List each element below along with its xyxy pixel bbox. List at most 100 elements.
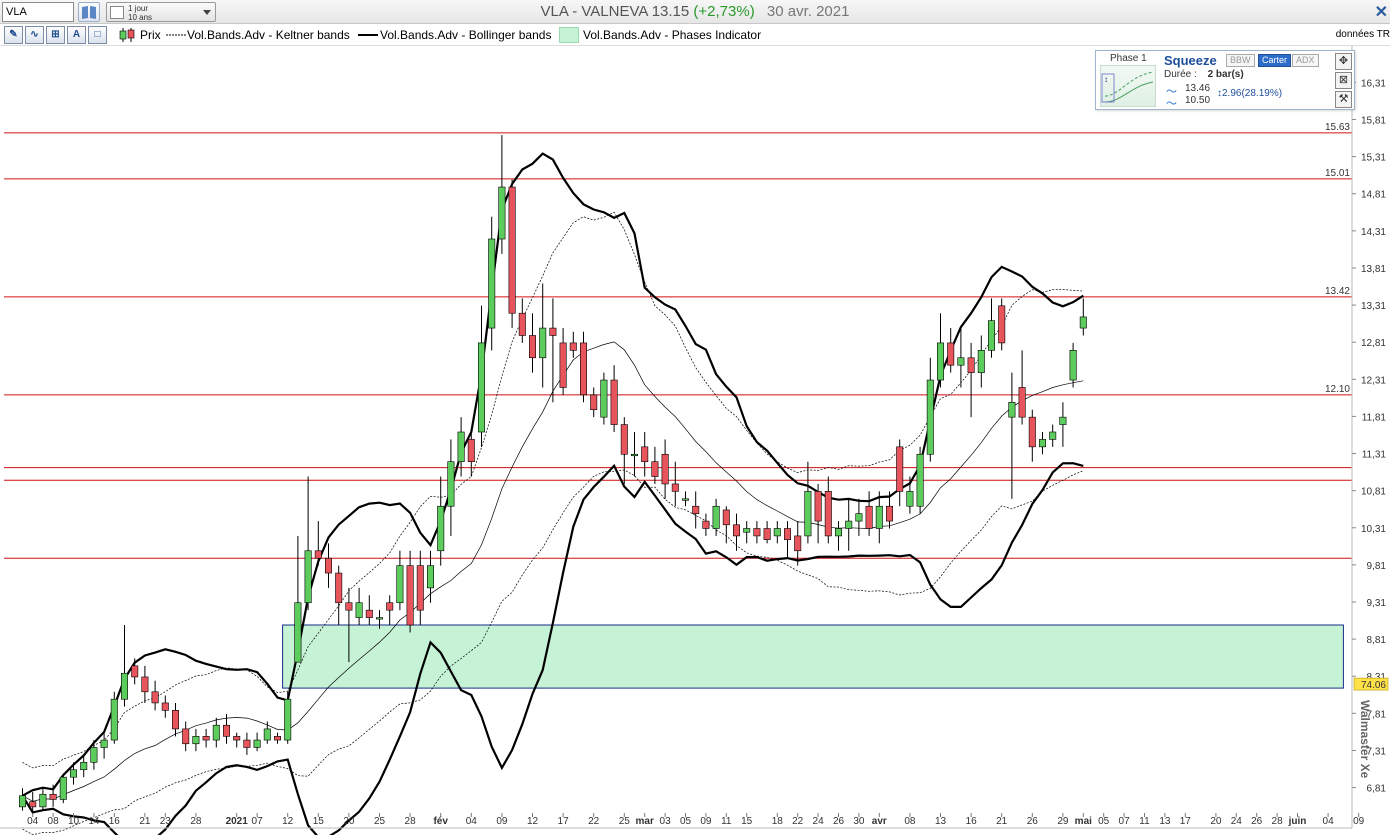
chart-toggle-icon[interactable]: ⊠ <box>1335 72 1352 89</box>
y-tick-label: 6,81 <box>1367 784 1387 795</box>
period-select[interactable]: 1 jour 10 ans <box>106 2 216 22</box>
candle-body <box>967 357 975 373</box>
candle-body <box>304 550 312 604</box>
level-label: 13.42 <box>1325 286 1350 297</box>
x-tick-label: 20 <box>1210 816 1222 827</box>
x-tick-label: 15 <box>741 816 753 827</box>
period-line-1: 1 jour <box>128 4 149 13</box>
candle-body <box>131 665 139 678</box>
x-tick-label: 05 <box>1098 816 1110 827</box>
period-line-2: 10 ans <box>128 13 153 22</box>
candle-body <box>437 505 445 552</box>
y-tick-label: 14,81 <box>1361 190 1386 201</box>
squeeze-duration: Durée : 2 bar(s) <box>1164 69 1244 80</box>
candle-body <box>426 565 434 589</box>
bollinger-legend-swatch <box>358 34 378 36</box>
candle-body <box>630 453 638 457</box>
candle-body <box>345 602 353 611</box>
book-icon[interactable] <box>78 2 100 22</box>
x-tick-label: 17 <box>558 816 570 827</box>
candle-body <box>314 550 322 559</box>
duration-label: Durée : <box>1164 69 1197 80</box>
tab-carter[interactable]: Carter <box>1258 54 1292 67</box>
x-tick-label: 07 <box>1119 816 1131 827</box>
candle-body <box>161 702 169 711</box>
x-tick-label: 13 <box>935 816 947 827</box>
x-tick-label: 09 <box>1353 816 1365 827</box>
x-tick-label: 22 <box>792 816 804 827</box>
candle-body <box>212 724 220 741</box>
title-change: (+2,73%) <box>693 3 755 20</box>
candle-body <box>773 528 781 537</box>
candle-legend-icon <box>119 28 135 42</box>
y-tick-label: 14,31 <box>1361 227 1386 238</box>
x-tick-label: 03 <box>660 816 672 827</box>
candle-body <box>508 186 516 314</box>
y-tick-label: 11,81 <box>1362 412 1387 423</box>
y-tick-label: 15,81 <box>1361 115 1386 126</box>
candle-body <box>396 565 404 604</box>
candle-body <box>906 491 914 507</box>
candle-body <box>957 357 965 366</box>
candle-body <box>39 793 47 808</box>
legend-phases[interactable]: Vol.Bands.Adv - Phases Indicator <box>583 28 761 42</box>
candle-body <box>70 769 78 778</box>
candle-body <box>590 394 598 411</box>
x-tick-label: 29 <box>1057 816 1069 827</box>
squeeze-title: Squeeze <box>1164 53 1217 68</box>
x-tick-label: 23 <box>160 816 172 827</box>
legend-keltner[interactable]: Vol.Bands.Adv - Keltner bands <box>187 28 350 42</box>
x-tick-label: 17 <box>1180 816 1192 827</box>
legend-bollinger[interactable]: Vol.Bands.Adv - Bollinger bands <box>380 28 551 42</box>
window-tool-icon[interactable]: □ <box>88 26 107 44</box>
candle-body <box>243 739 251 748</box>
duration-value: 2 bar(s) <box>1207 69 1244 80</box>
legend-prix[interactable]: Prix <box>140 28 161 42</box>
tab-bbw[interactable]: BBW <box>1226 54 1255 67</box>
candle-body <box>1049 431 1057 440</box>
candle-body <box>732 524 740 537</box>
candle-body <box>18 795 26 808</box>
candle-body <box>916 453 924 507</box>
wave-icon: 〜 <box>1166 98 1177 110</box>
candle-body <box>335 572 343 604</box>
candle-body <box>49 793 57 800</box>
text-tool-icon[interactable]: A <box>67 26 86 44</box>
indicator-tool-icon[interactable]: ∿ <box>25 26 44 44</box>
candle-body <box>416 565 424 611</box>
candle-body <box>885 505 893 522</box>
tab-adx[interactable]: ADX <box>1292 54 1319 67</box>
move-icon[interactable]: ✥ <box>1335 53 1352 70</box>
candle-body <box>896 446 904 492</box>
candle-body <box>457 431 465 462</box>
candle-body <box>794 535 802 552</box>
x-tick-label: 24 <box>1231 816 1243 827</box>
x-tick-label: 11 <box>1139 816 1150 827</box>
candle-body <box>763 528 771 540</box>
candle-body <box>987 320 995 351</box>
candle-body <box>671 483 679 492</box>
candle-body <box>947 342 955 366</box>
tools-icon[interactable]: ✕ <box>1375 2 1388 22</box>
x-tick-label: 12 <box>282 816 294 827</box>
tool-icon[interactable]: ⚒ <box>1335 91 1352 108</box>
x-tick-label: 26 <box>1251 816 1263 827</box>
candle-body <box>528 335 536 359</box>
y-tick-label: 11,31 <box>1362 450 1387 461</box>
candle-body <box>579 342 587 396</box>
candle-body <box>814 491 822 522</box>
candle-body <box>488 238 496 329</box>
pattern-tool-icon[interactable]: ⊞ <box>46 26 65 44</box>
candle-body <box>498 186 506 240</box>
symbol-input[interactable] <box>2 2 74 22</box>
candle-body <box>620 424 628 455</box>
squeeze-phase: Phase 1 <box>1110 53 1147 64</box>
price-chart[interactable]: 15.63 15.01 13.42 12.10 16,31 15,81 15,31 14,8… <box>0 46 1390 835</box>
draw-tool-icon[interactable]: ✎ <box>4 26 23 44</box>
candle-body <box>681 498 689 501</box>
calendar-icon <box>110 6 124 19</box>
x-tick-label: 13 <box>1159 816 1171 827</box>
title-date: 30 avr. 2021 <box>766 3 850 20</box>
candle-body <box>518 312 526 336</box>
chevron-down-icon <box>203 10 211 15</box>
